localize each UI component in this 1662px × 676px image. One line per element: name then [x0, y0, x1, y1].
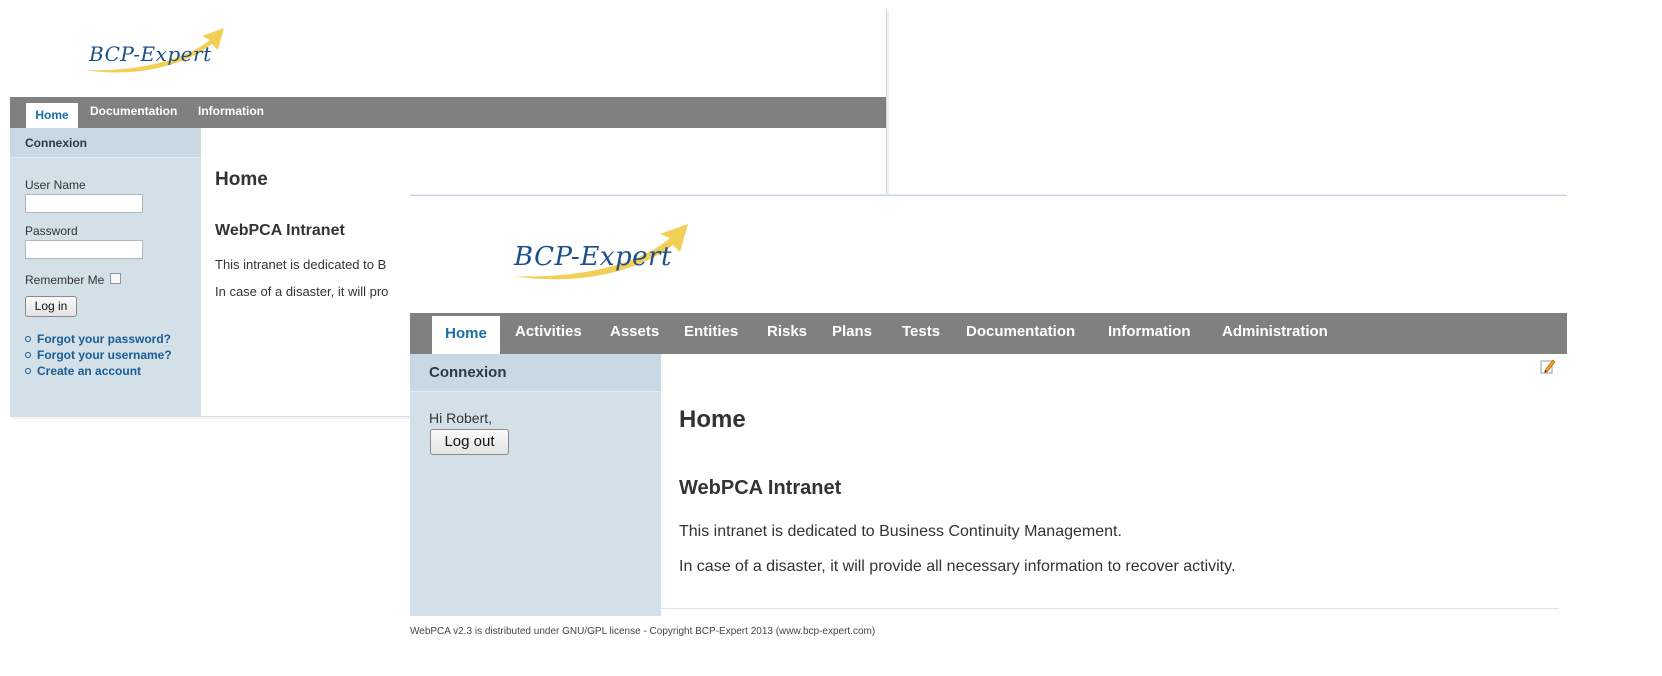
intro-line-1: This intranet is dedicated to Business C…: [679, 523, 1122, 540]
page-title: Home: [679, 406, 746, 433]
intro-line-2: In case of a disaster, it will pro: [215, 284, 389, 299]
forgot-password-link[interactable]: Forgot your password?: [25, 331, 172, 347]
username-input[interactable]: [25, 194, 143, 213]
account-links: Forgot your password? Forgot your userna…: [25, 331, 172, 379]
bcp-expert-logo: BCP-Expert: [498, 216, 698, 286]
tab-activities[interactable]: Activities: [515, 323, 582, 340]
edit-pencil-icon[interactable]: [1540, 358, 1556, 374]
footer-divider: [661, 608, 1559, 609]
tab-risks[interactable]: Risks: [767, 323, 807, 340]
intro-line-1: This intranet is dedicated to B: [215, 257, 387, 272]
intro-line-2: In case of a disaster, it will provide a…: [679, 558, 1236, 575]
logged-in-page-screenshot: BCP-Expert Home Activities Assets Entiti…: [410, 195, 1567, 616]
logo-text: BCP-Expert: [514, 242, 672, 272]
sidebar-heading-text: Connexion: [429, 364, 507, 381]
sidebar-heading-text: Connexion: [25, 136, 87, 150]
main-navbar: Home Documentation Information: [10, 97, 886, 128]
page-subtitle: WebPCA Intranet: [679, 477, 842, 499]
sidebar: Connexion Hi Robert, Log out: [410, 354, 661, 616]
tab-information[interactable]: Information: [198, 103, 264, 120]
main-navbar: Home Activities Assets Entities Risks Pl…: [410, 313, 1567, 354]
tab-documentation[interactable]: Documentation: [90, 103, 177, 120]
greeting-text: Hi Robert,: [429, 410, 493, 426]
tab-plans[interactable]: Plans: [832, 323, 872, 340]
tab-home[interactable]: Home: [432, 316, 500, 354]
footer-copyright: WebPCA v2.3 is distributed under GNU/GPL…: [410, 626, 876, 637]
sidebar-heading: Connexion: [10, 128, 201, 158]
tab-information[interactable]: Information: [1108, 323, 1191, 340]
create-account-link[interactable]: Create an account: [25, 363, 172, 379]
login-button[interactable]: Log in: [25, 296, 77, 317]
username-label: User Name: [25, 178, 86, 192]
logout-button[interactable]: Log out: [430, 429, 509, 455]
tab-assets[interactable]: Assets: [610, 323, 659, 340]
sidebar: Connexion User Name Password Remember Me…: [10, 128, 201, 416]
remember-me-checkbox[interactable]: [110, 273, 121, 284]
remember-me-label: Remember Me: [25, 273, 105, 287]
page-title: Home: [215, 169, 268, 190]
tab-documentation[interactable]: Documentation: [966, 323, 1075, 340]
tab-administration[interactable]: Administration: [1222, 323, 1328, 340]
forgot-username-link[interactable]: Forgot your username?: [25, 347, 172, 363]
sidebar-heading: Connexion: [410, 354, 661, 392]
tab-entities[interactable]: Entities: [684, 323, 738, 340]
tab-home[interactable]: Home: [26, 103, 78, 128]
password-label: Password: [25, 224, 78, 238]
bcp-expert-logo: BCP-Expert: [72, 22, 232, 78]
logo-text: BCP-Expert: [89, 42, 212, 66]
password-input[interactable]: [25, 240, 143, 259]
page-subtitle: WebPCA Intranet: [215, 222, 345, 239]
tab-tests[interactable]: Tests: [902, 323, 940, 340]
